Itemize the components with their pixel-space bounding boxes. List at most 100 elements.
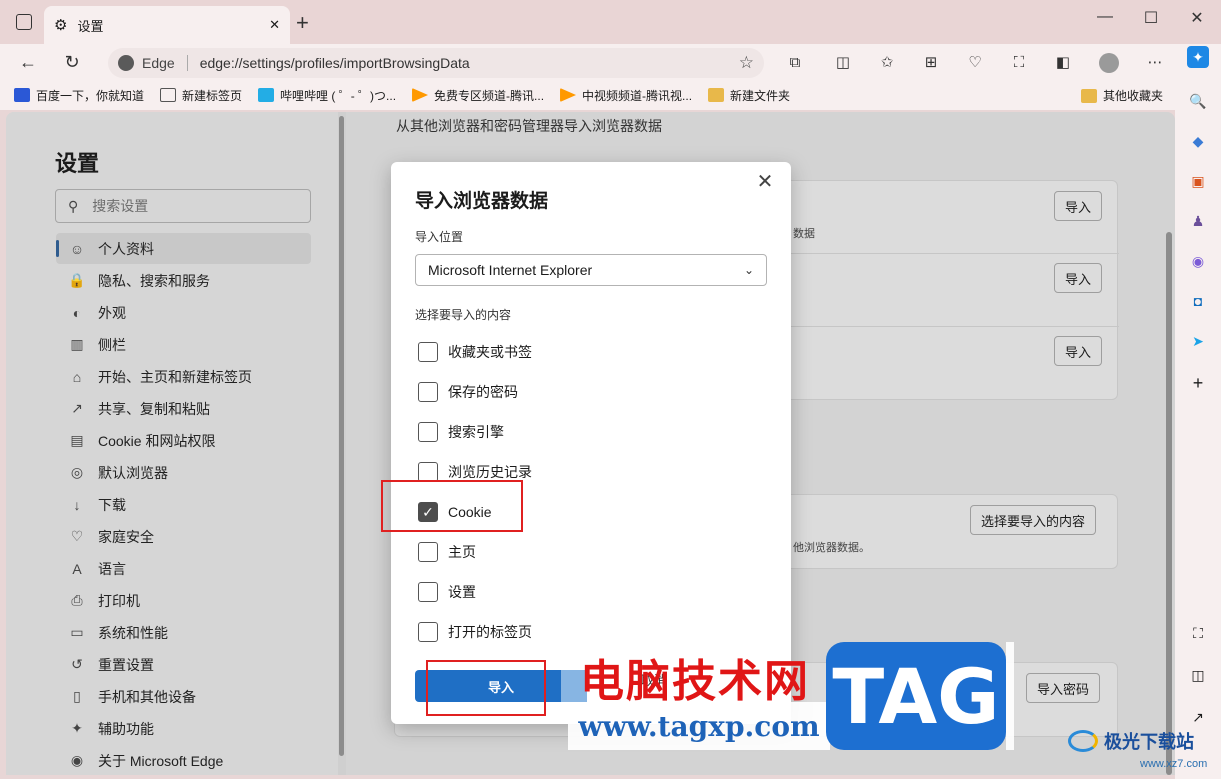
bookmark-label: 新建标签页 — [182, 88, 243, 103]
sidebar-item-label: 语言 — [98, 560, 126, 577]
checkbox[interactable] — [418, 582, 438, 602]
content-scrollbar[interactable] — [1166, 232, 1172, 775]
add-icon[interactable]: + — [1187, 372, 1209, 394]
refresh-icon[interactable]: ↻ — [58, 50, 86, 74]
option-open-tabs[interactable]: 打开的标签页 — [418, 620, 532, 644]
other-favorites-folder[interactable]: 其他收藏夹 — [1080, 87, 1163, 104]
extensions-icon[interactable]: ⧉ — [782, 50, 808, 76]
tencent-video-icon — [412, 88, 429, 102]
collections-icon[interactable]: ⊞ — [918, 50, 944, 76]
sidebar-item-printers[interactable]: ⎙ 打印机 — [56, 585, 311, 616]
sidebar-item-profiles[interactable]: ☺ 个人资料 — [56, 233, 311, 264]
tools-icon[interactable]: ▣ — [1187, 170, 1209, 192]
sidebar-icon: ▥ — [70, 336, 84, 352]
highlight-cookie-box — [381, 480, 523, 532]
settings-nav: 设置 ⚲ 搜索设置 ☺ 个人资料 🔒 隐私、搜索和服务 ◐ 外观 ▥ 侧栏 ⌂ 开始、主页… — [6, 112, 338, 775]
option-settings[interactable]: 设置 — [418, 580, 476, 604]
sidebar-item-appearance[interactable]: ◐ 外观 — [56, 297, 311, 328]
favorite-star-icon[interactable]: ☆ — [739, 53, 754, 73]
copilot-icon[interactable]: ✦ — [1187, 46, 1209, 68]
games-icon[interactable]: ♟ — [1187, 210, 1209, 232]
laptop-icon: ▭ — [70, 624, 84, 640]
close-icon[interactable]: ✕ — [753, 170, 777, 194]
gear-icon: ⚙ — [54, 17, 68, 34]
search-icon: ⚲ — [68, 197, 79, 214]
bookmark-item[interactable]: 哔哩哔哩 ( ゜- ゜)つ... — [258, 87, 396, 104]
new-tab-button[interactable]: + — [296, 10, 309, 36]
bookmark-item[interactable]: 新建标签页 — [160, 87, 242, 104]
split-screen-icon[interactable]: ◫ — [830, 50, 856, 76]
close-tab-icon[interactable]: ✕ — [269, 17, 280, 33]
checkbox[interactable] — [418, 422, 438, 442]
import-button[interactable]: 导入 — [1054, 263, 1103, 293]
screenshot-icon[interactable]: ⛶ — [1006, 50, 1032, 76]
sidebar-item-share[interactable]: ↗ 共享、复制和粘贴 — [56, 393, 311, 424]
microsoft365-icon[interactable]: ◉ — [1187, 250, 1209, 272]
import-button[interactable]: 导入 — [1054, 191, 1103, 221]
profile-icon: ☺ — [69, 240, 85, 257]
tab-title: 设置 — [77, 18, 104, 34]
sidebar-item-sidebar[interactable]: ▥ 侧栏 — [56, 329, 311, 360]
checkbox[interactable] — [418, 542, 438, 562]
address-bar: ← ↻ Edge edge://settings/profiles/import… — [0, 44, 1221, 80]
sidebar-item-system[interactable]: ▭ 系统和性能 — [56, 617, 311, 648]
sidebar-item-accessibility[interactable]: ✦ 辅助功能 — [56, 713, 311, 744]
more-menu-icon[interactable]: ⋯ — [1142, 50, 1168, 76]
screenshot-icon[interactable]: ⛶ — [1187, 622, 1209, 644]
profile-avatar[interactable] — [1096, 50, 1122, 76]
import-password-button[interactable]: 导入密码 — [1026, 673, 1101, 703]
sidebar-item-family[interactable]: ♡ 家庭安全 — [56, 521, 311, 552]
option-search-engines[interactable]: 搜索引擎 — [418, 420, 504, 444]
nav-scrollbar[interactable] — [338, 112, 346, 775]
sidebar-item-privacy[interactable]: 🔒 隐私、搜索和服务 — [56, 265, 311, 296]
sidebar-item-about[interactable]: ◉ 关于 Microsoft Edge — [56, 745, 311, 775]
open-external-icon[interactable]: ↗ — [1187, 706, 1209, 728]
sidebar-item-default-browser[interactable]: ◎ 默认浏览器 — [56, 457, 311, 488]
option-favorites[interactable]: 收藏夹或书签 — [418, 340, 532, 364]
tab-actions-icon[interactable] — [16, 14, 32, 30]
send-icon[interactable]: ➤ — [1187, 330, 1209, 352]
highlight-import-box — [426, 660, 546, 716]
search-input[interactable]: ⚲ 搜索设置 — [55, 189, 311, 223]
bookmark-folder[interactable]: 新建文件夹 — [708, 87, 790, 104]
sidebar-item-reset[interactable]: ↺ 重置设置 — [56, 649, 311, 680]
bookmark-label: 其他收藏夹 — [1102, 89, 1163, 103]
sidebar-item-label: 打印机 — [98, 592, 140, 609]
option-home-page[interactable]: 主页 — [418, 540, 476, 564]
sidebar-item-devices[interactable]: ▯ 手机和其他设备 — [56, 681, 311, 712]
bookmark-item[interactable]: 中视频频道-腾讯视... — [560, 87, 692, 104]
select-content-button[interactable]: 选择要导入的内容 — [970, 505, 1097, 535]
edge-sidebar: ✦ 🔍 ◆ ▣ ♟ ◉ ◘ ➤ + ⛶ ◫ ↗ — [1175, 44, 1221, 779]
shopping-tag-icon[interactable]: ◆ — [1187, 130, 1209, 152]
checkbox[interactable] — [418, 622, 438, 642]
tab-settings[interactable]: ⚙ 设置 ✕ — [44, 6, 290, 44]
content-label: 选择要导入的内容 — [415, 308, 512, 322]
outlook-icon[interactable]: ◘ — [1187, 290, 1209, 312]
checkbox[interactable] — [418, 462, 438, 482]
bookmark-item[interactable]: 免费专区频道-腾讯... — [412, 87, 544, 104]
bookmark-item[interactable]: 百度一下，你就知道 — [14, 87, 144, 104]
sidebar-item-cookies[interactable]: ▤ Cookie 和网站权限 — [56, 425, 311, 456]
sidebar-toggle-icon[interactable]: ◧ — [1050, 50, 1076, 76]
sidebar-item-downloads[interactable]: ↓ 下载 — [56, 489, 311, 520]
back-arrow-icon[interactable]: ← — [14, 50, 42, 74]
performance-icon[interactable]: ♡ — [962, 50, 988, 76]
search-icon[interactable]: 🔍 — [1187, 90, 1209, 112]
checkbox[interactable] — [418, 342, 438, 362]
checkbox[interactable] — [418, 382, 438, 402]
location-select[interactable]: Microsoft Internet Explorer ⌄ — [415, 254, 767, 286]
scrollbar-thumb[interactable] — [339, 116, 344, 756]
maximize-button[interactable]: ☐ — [1128, 8, 1174, 28]
sidebar-item-languages[interactable]: A 语言 — [56, 553, 311, 584]
option-label: 搜索引擎 — [448, 424, 504, 440]
minimize-button[interactable]: — — [1082, 8, 1128, 26]
close-window-button[interactable]: ✕ — [1174, 8, 1220, 28]
xz-text: 极光下载站 — [1104, 732, 1194, 753]
import-button[interactable]: 导入 — [1054, 336, 1103, 366]
sidebar-layout-icon[interactable]: ◫ — [1187, 664, 1209, 686]
option-passwords[interactable]: 保存的密码 — [418, 380, 518, 404]
sidebar-item-start-home[interactable]: ⌂ 开始、主页和新建标签页 — [56, 361, 311, 392]
url-input[interactable]: Edge edge://settings/profiles/importBrow… — [108, 48, 764, 78]
favorites-icon[interactable]: ✩ — [874, 50, 900, 76]
watermark-title: 电脑技术网 — [580, 656, 810, 707]
